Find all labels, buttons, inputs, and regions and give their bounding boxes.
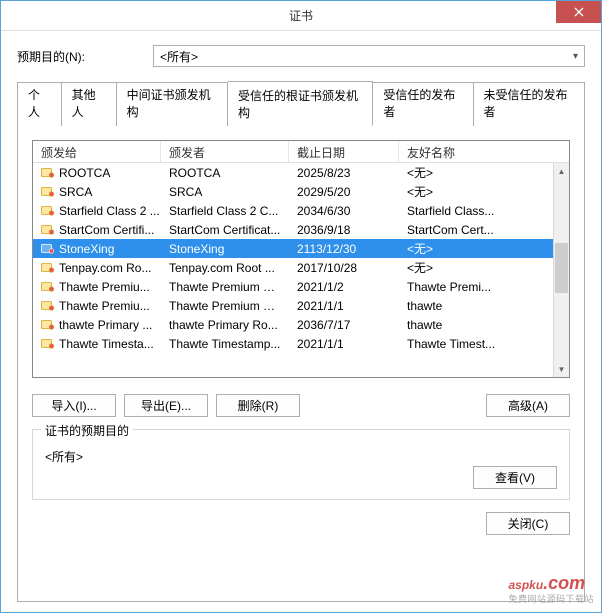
import-button[interactable]: 导入(I)... [32,394,116,417]
cell-friendly: StartCom Cert... [399,223,553,237]
cell-friendly: <无> [399,164,553,181]
cell-issuer: Starfield Class 2 C... [161,204,289,218]
purpose-row: 预期目的(N): <所有> ▾ [17,45,585,67]
certificate-list[interactable]: 颁发给 颁发者 截止日期 友好名称 ROOTCAROOTCA2025/8/23<… [32,140,570,378]
certificate-dialog: 证书 预期目的(N): <所有> ▾ 个人 其他人 中间证书颁发机构 受信任的根… [0,0,602,613]
cell-friendly: thawte [399,318,553,332]
close-icon[interactable] [556,1,601,23]
list-header: 颁发给 颁发者 截止日期 友好名称 [33,141,569,163]
export-button[interactable]: 导出(E)... [124,394,208,417]
table-row[interactable]: StoneXingStoneXing2113/12/30<无> [33,239,569,258]
list-body: ROOTCAROOTCA2025/8/23<无>SRCASRCA2029/5/2… [33,163,569,377]
titlebar: 证书 [1,1,601,31]
tab-others[interactable]: 其他人 [62,82,117,126]
cell-issued-to: ROOTCA [33,166,161,180]
cell-friendly: thawte [399,299,553,313]
delete-button[interactable]: 删除(R) [216,394,300,417]
list-button-row: 导入(I)... 导出(E)... 删除(R) 高级(A) [32,394,570,417]
col-expiry[interactable]: 截止日期 [289,141,399,162]
cell-expiry: 2021/1/2 [289,280,399,294]
cell-issuer: Thawte Premium S... [161,299,289,313]
groupbox-title: 证书的预期目的 [41,422,133,439]
cell-expiry: 2021/1/1 [289,337,399,351]
scroll-down-icon[interactable]: ▼ [554,361,569,377]
view-button[interactable]: 查看(V) [473,466,557,489]
scroll-up-icon[interactable]: ▲ [554,163,569,179]
table-row[interactable]: ROOTCAROOTCA2025/8/23<无> [33,163,569,182]
cell-issued-to: thawte Primary ... [33,318,161,332]
table-row[interactable]: Starfield Class 2 ...Starfield Class 2 C… [33,201,569,220]
tab-untrusted-pub[interactable]: 未受信任的发布者 [474,82,585,126]
cell-friendly: <无> [399,240,553,257]
purpose-label: 预期目的(N): [17,48,153,65]
cell-issued-to: StoneXing [33,242,161,256]
table-row[interactable]: Tenpay.com Ro...Tenpay.com Root ...2017/… [33,258,569,277]
close-button[interactable]: 关闭(C) [486,512,570,535]
tabstrip: 个人 其他人 中间证书颁发机构 受信任的根证书颁发机构 受信任的发布者 未受信任… [17,81,585,125]
cell-friendly: <无> [399,259,553,276]
cell-friendly: <无> [399,183,553,200]
cell-expiry: 2036/7/17 [289,318,399,332]
cell-issued-to: StartCom Certifi... [33,223,161,237]
cell-issued-to: Thawte Timesta... [33,337,161,351]
cell-expiry: 2021/1/1 [289,299,399,313]
cell-expiry: 2025/8/23 [289,166,399,180]
content-area: 预期目的(N): <所有> ▾ 个人 其他人 中间证书颁发机构 受信任的根证书颁… [1,31,601,612]
tab-trusted-pub[interactable]: 受信任的发布者 [373,82,473,126]
table-row[interactable]: Thawte Premiu...Thawte Premium S...2021/… [33,277,569,296]
advanced-button[interactable]: 高级(A) [486,394,570,417]
cell-issued-to: Tenpay.com Ro... [33,261,161,275]
scrollbar[interactable]: ▲ ▼ [553,163,569,377]
cell-issued-to: SRCA [33,185,161,199]
purpose-select[interactable]: <所有> ▾ [153,45,585,67]
cell-expiry: 2034/6/30 [289,204,399,218]
cell-issued-to: Thawte Premiu... [33,299,161,313]
cell-friendly: Thawte Timest... [399,337,553,351]
tab-intermediate[interactable]: 中间证书颁发机构 [117,82,228,126]
table-row[interactable]: Thawte Premiu...Thawte Premium S...2021/… [33,296,569,315]
dialog-bottom-row: 关闭(C) [32,512,570,535]
cell-friendly: Starfield Class... [399,204,553,218]
tabpanel: 颁发给 颁发者 截止日期 友好名称 ROOTCAROOTCA2025/8/23<… [17,125,585,602]
table-row[interactable]: thawte Primary ...thawte Primary Ro...20… [33,315,569,334]
cell-issuer: Tenpay.com Root ... [161,261,289,275]
cell-expiry: 2113/12/30 [289,242,399,256]
cell-issuer: SRCA [161,185,289,199]
cell-issuer: Thawte Premium S... [161,280,289,294]
purpose-groupbox: 证书的预期目的 <所有> 查看(V) [32,429,570,500]
cell-issuer: Thawte Timestamp... [161,337,289,351]
cell-expiry: 2029/5/20 [289,185,399,199]
scroll-thumb[interactable] [555,243,568,293]
tab-personal[interactable]: 个人 [17,82,62,126]
cell-expiry: 2036/9/18 [289,223,399,237]
cell-issuer: ROOTCA [161,166,289,180]
chevron-down-icon: ▾ [573,51,578,62]
cell-issuer: StartCom Certificat... [161,223,289,237]
col-issuer[interactable]: 颁发者 [161,141,289,162]
cell-expiry: 2017/10/28 [289,261,399,275]
cell-issuer: thawte Primary Ro... [161,318,289,332]
purpose-value: <所有> [160,48,198,65]
purpose-text: <所有> [45,440,473,465]
cell-issuer: StoneXing [161,242,289,256]
window-title: 证书 [289,7,313,24]
table-row[interactable]: Thawte Timesta...Thawte Timestamp...2021… [33,334,569,353]
col-friendly[interactable]: 友好名称 [399,141,553,162]
cell-issued-to: Thawte Premiu... [33,280,161,294]
table-row[interactable]: StartCom Certifi...StartCom Certificat..… [33,220,569,239]
cell-issued-to: Starfield Class 2 ... [33,204,161,218]
cell-friendly: Thawte Premi... [399,280,553,294]
tab-trusted-root[interactable]: 受信任的根证书颁发机构 [228,81,373,126]
col-issued-to[interactable]: 颁发给 [33,141,161,162]
table-row[interactable]: SRCASRCA2029/5/20<无> [33,182,569,201]
